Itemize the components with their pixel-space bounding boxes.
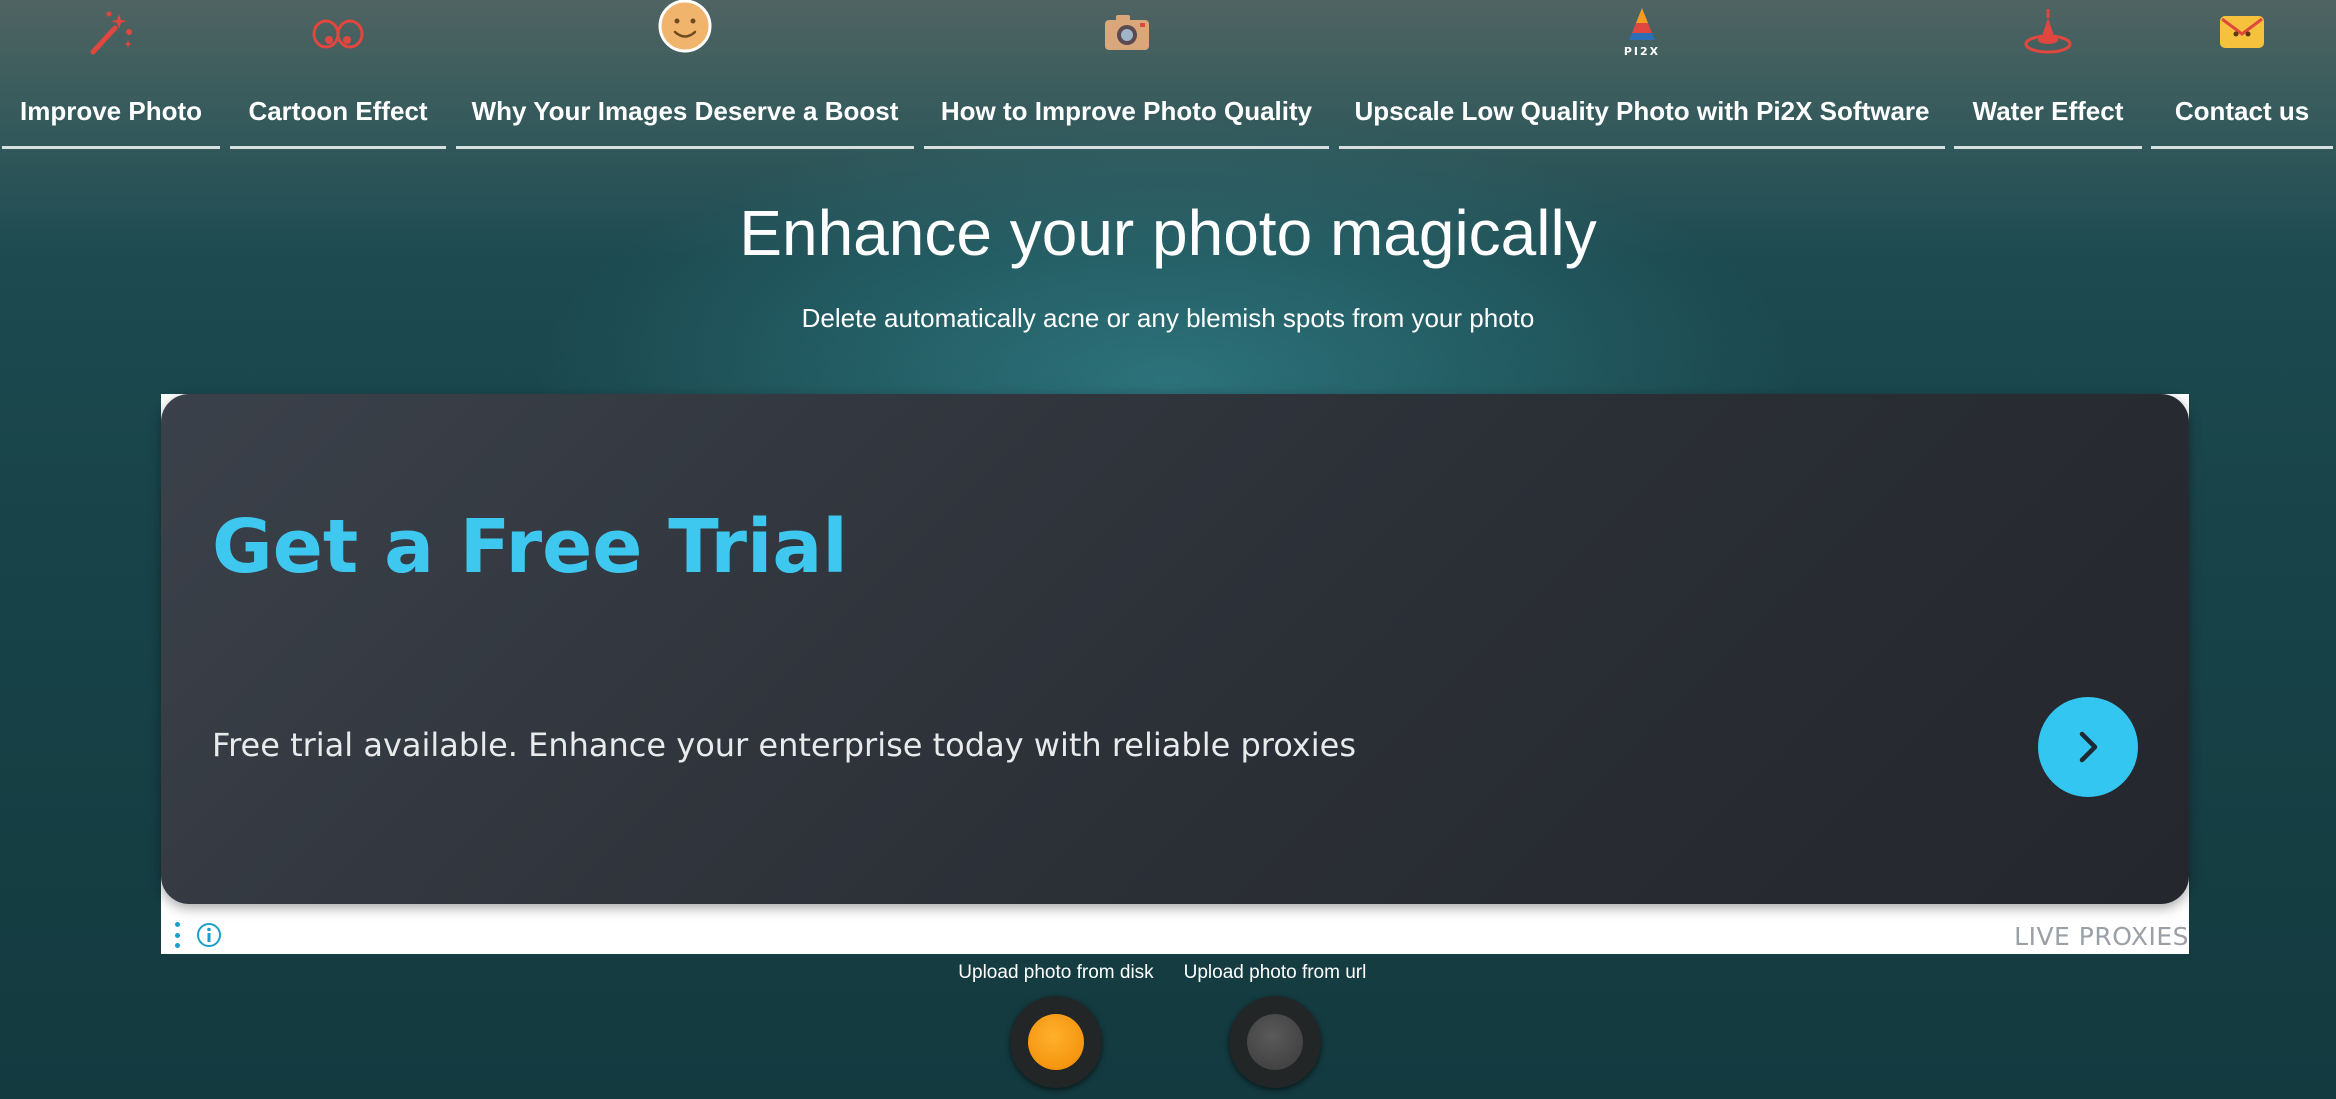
camera-icon	[1099, 6, 1155, 58]
ad-options-icon[interactable]	[171, 922, 183, 948]
nav-label: Contact us	[2174, 96, 2310, 126]
nav-label: Water Effect	[1972, 96, 2124, 126]
upload-url-label: Upload photo from url	[1183, 962, 1367, 983]
smiley-face-icon	[657, 0, 713, 53]
envelope-icon	[2214, 6, 2270, 58]
nav-label: How to Improve Photo Quality	[940, 96, 1313, 126]
nav-item-upscale-pi2x[interactable]: PI2X Upscale Low Quality Photo with Pi2X…	[1339, 0, 1945, 149]
chevron-right-icon	[2079, 731, 2098, 763]
nav-label: Why Your Images Deserve a Boost	[471, 96, 899, 126]
nav-item-improve-photo[interactable]: Improve Photo	[2, 0, 220, 149]
nav-item-improve-quality[interactable]: How to Improve Photo Quality	[924, 0, 1329, 149]
top-navigation: Improve Photo Cartoon Effect Why Your Im…	[0, 0, 2336, 150]
water-drop-icon	[2020, 6, 2076, 58]
cartoon-eyes-icon	[310, 6, 366, 58]
magic-wand-icon	[83, 6, 139, 58]
nav-item-why-boost[interactable]: Why Your Images Deserve a Boost	[456, 0, 914, 149]
upload-from-disk: Upload photo from disk	[946, 962, 1166, 1088]
upload-from-url: Upload photo from url	[1165, 962, 1385, 1088]
upload-disk-label: Upload photo from disk	[958, 962, 1154, 983]
svg-text:PI2X: PI2X	[1624, 45, 1660, 58]
nav-item-contact-us[interactable]: Contact us	[2151, 0, 2333, 149]
ad-description[interactable]: Free trial available. Enhance your enter…	[212, 726, 1356, 764]
nav-label: Upscale Low Quality Photo with Pi2X Soft…	[1354, 96, 1930, 126]
nav-item-water-effect[interactable]: Water Effect	[1954, 0, 2142, 149]
nav-label: Improve Photo	[19, 96, 202, 126]
pi2x-logo-icon: PI2X	[1614, 6, 1670, 58]
upload-url-button[interactable]	[1229, 996, 1321, 1088]
nav-item-cartoon-effect[interactable]: Cartoon Effect	[230, 0, 446, 149]
ad-next-button[interactable]	[2038, 697, 2138, 797]
advertisement[interactable]: Get a Free Trial Free trial available. E…	[161, 394, 2189, 954]
ad-card[interactable]: Get a Free Trial Free trial available. E…	[161, 394, 2189, 904]
ad-headline[interactable]: Get a Free Trial	[212, 504, 848, 590]
upload-url-dot	[1247, 1014, 1303, 1070]
page-subtitle: Delete automatically acne or any blemish…	[801, 303, 1535, 333]
upload-disk-button[interactable]	[1010, 996, 1102, 1088]
nav-label: Cartoon Effect	[248, 96, 428, 126]
page-title: Enhance your photo magically	[739, 197, 1597, 269]
ad-info-icon[interactable]	[196, 922, 222, 948]
ad-brand[interactable]: LIVE PROXIES	[2014, 922, 2189, 951]
upload-disk-dot	[1028, 1014, 1084, 1070]
